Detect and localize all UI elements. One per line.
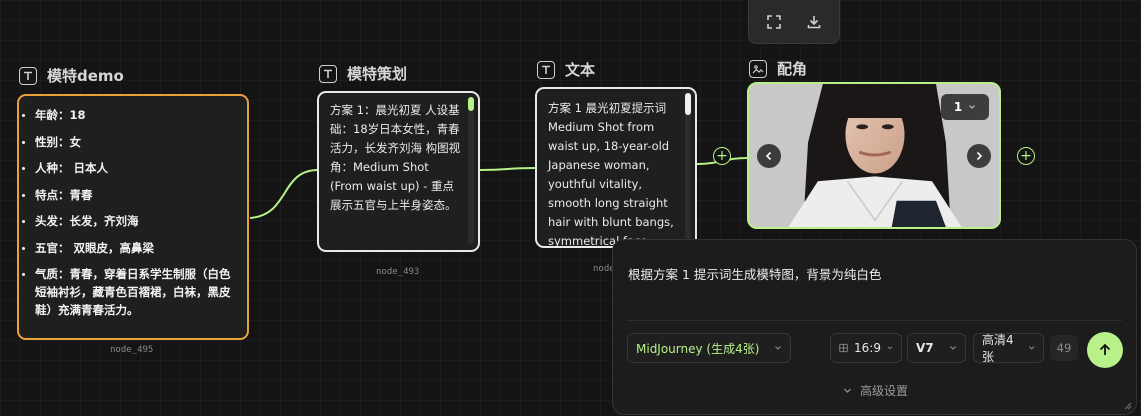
edge-plan-text <box>479 167 537 171</box>
list-item: 气质：青春，穿着日系学生制服（白色短袖衬衫，藏青色百褶裙，白袜，黑皮鞋）充满青春… <box>22 265 237 319</box>
add-connection-icon[interactable]: + <box>713 147 731 165</box>
scroll-track <box>685 107 691 240</box>
arrow-up-icon <box>1099 343 1111 355</box>
advanced-settings-toggle[interactable]: 高级设置 <box>843 382 908 399</box>
advanced-settings-label: 高级设置 <box>860 384 909 398</box>
image-page-select[interactable]: 1 <box>941 94 989 120</box>
chevron-left-icon <box>765 151 772 161</box>
plan-node-id: node_493 <box>376 267 420 277</box>
version-value: V7 <box>916 341 934 355</box>
chevron-down-icon <box>1028 346 1035 350</box>
plan-node-card[interactable]: 方案 1：晨光初夏 人设基础：18岁日本女性，青春活力，长发齐刘海 构图视角：M… <box>317 91 480 252</box>
model-attribute-list: 年龄：18 性别：女 人种： 日本人 特点：青春 头发：长发，齐刘海 五官： 双… <box>19 96 247 336</box>
chevron-down-icon <box>844 388 851 393</box>
chevron-down-icon <box>775 346 781 350</box>
text-node-header: 文本 <box>537 59 595 80</box>
chevron-down-icon <box>887 346 893 350</box>
model-select-value: MidJourney (生成4张) <box>636 341 760 356</box>
credit-count-badge: 49 <box>1050 335 1078 361</box>
chevron-down-icon <box>969 105 976 109</box>
next-image-button[interactable] <box>967 144 991 168</box>
send-button[interactable] <box>1087 332 1123 368</box>
image-node-card[interactable]: 1 <box>747 82 1001 229</box>
image-node-header: 配角 <box>749 58 807 79</box>
model-select[interactable]: MidJourney (生成4张) <box>627 333 791 363</box>
grid-icon <box>839 343 848 353</box>
list-item: 人种： 日本人 <box>22 159 237 177</box>
model-node-id: node_495 <box>110 345 154 355</box>
plan-node-title: 模特策划 <box>347 65 408 83</box>
plan-node-text: 方案 1：晨光初夏 人设基础：18岁日本女性，青春活力，长发齐刘海 构图视角：M… <box>330 103 461 212</box>
chevron-right-icon <box>976 151 983 161</box>
model-node-title: 模特demo <box>47 67 124 85</box>
image-node-title: 配角 <box>777 60 808 78</box>
image-type-icon <box>749 59 767 78</box>
canvas-toolbar <box>748 0 840 44</box>
quality-value: 高清4张 <box>982 333 1014 364</box>
resize-handle-icon[interactable] <box>1124 402 1132 410</box>
model-node-card[interactable]: 年龄：18 性别：女 人种： 日本人 特点：青春 头发：长发，齐刘海 五官： 双… <box>17 94 249 340</box>
model-node-header: 模特demo <box>19 65 124 86</box>
chevron-down-icon <box>950 346 956 350</box>
scrollbar-thumb[interactable] <box>468 97 474 111</box>
text-node-text: 方案 1 晨光初夏提示词 Medium Shot from waist up, … <box>548 101 674 248</box>
text-node-card[interactable]: 方案 1 晨光初夏提示词 Medium Shot from waist up, … <box>535 87 697 248</box>
text-type-icon <box>19 66 37 85</box>
text-node-title: 文本 <box>565 61 596 79</box>
prompt-panel: 根据方案 1 提示词生成模特图，背景为纯白色 MidJourney (生成4张)… <box>612 239 1137 415</box>
prompt-input[interactable]: 根据方案 1 提示词生成模特图，背景为纯白色 <box>628 264 881 283</box>
version-select[interactable]: V7 <box>907 333 966 363</box>
scroll-track <box>468 111 474 244</box>
text-type-icon <box>319 64 337 83</box>
image-page-value: 1 <box>953 100 963 114</box>
download-icon[interactable] <box>805 13 823 31</box>
list-item: 年龄：18 <box>22 106 237 124</box>
plan-node-header: 模特策划 <box>319 63 407 84</box>
fullscreen-icon[interactable] <box>765 13 783 31</box>
list-item: 性别：女 <box>22 133 237 151</box>
edge-model-plan <box>249 169 319 219</box>
ratio-select[interactable]: 16:9 <box>830 333 902 363</box>
scrollbar-thumb[interactable] <box>685 93 691 115</box>
list-item: 五官： 双眼皮，高鼻梁 <box>22 239 237 257</box>
text-type-icon <box>537 60 555 79</box>
ratio-value: 16:9 <box>854 341 881 355</box>
quality-select[interactable]: 高清4张 <box>973 333 1044 364</box>
list-item: 特点：青春 <box>22 186 237 204</box>
add-output-icon[interactable]: + <box>1017 147 1035 165</box>
list-item: 头发：长发，齐刘海 <box>22 212 237 230</box>
panel-divider <box>627 320 1122 321</box>
previous-image-button[interactable] <box>757 144 781 168</box>
